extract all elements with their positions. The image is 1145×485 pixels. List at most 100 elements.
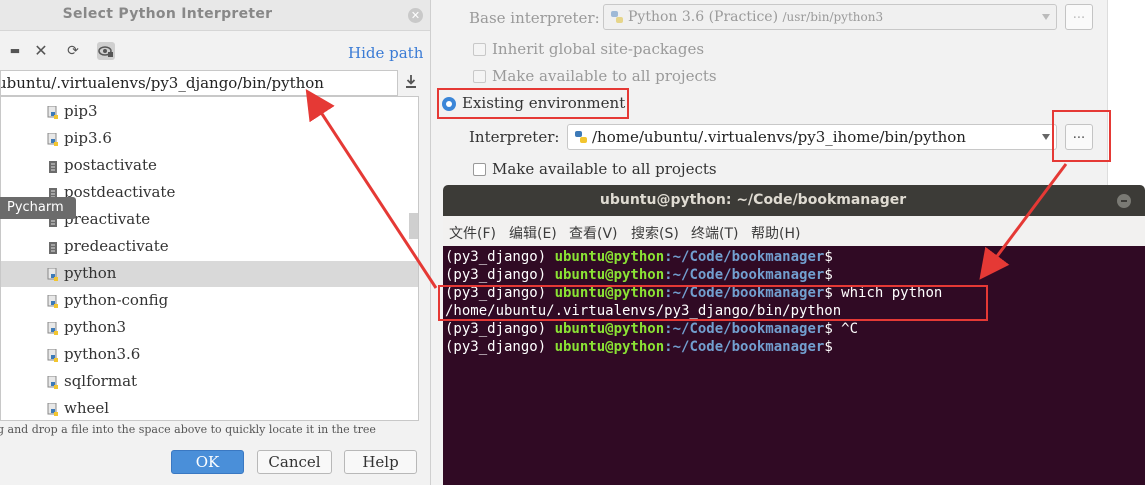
prompt-cmd: $: [824, 249, 833, 265]
download-icon[interactable]: [403, 73, 419, 91]
make-available-checkbox-disabled: [473, 70, 486, 83]
pycharm-tooltip: Pycharm: [0, 197, 76, 219]
make-available-label: Make available to all projects: [492, 160, 717, 178]
terminal-window: ubuntu@python: ~/Code/bookmanager 文件(F) 编…: [443, 185, 1145, 485]
terminal-body[interactable]: (py3_django) ubuntu@python:~/Code/bookma…: [443, 246, 1145, 485]
make-available-label-disabled: Make available to all projects: [492, 67, 717, 85]
terminal-line: (py3_django) ubuntu@python:~/Code/bookma…: [445, 249, 833, 267]
ok-button[interactable]: OK: [171, 450, 244, 474]
terminal-line: /home/ubuntu/.virtualenvs/py3_django/bin…: [445, 303, 841, 321]
terminal-line: (py3_django) ubuntu@python:~/Code/bookma…: [445, 267, 833, 285]
terminal-menu-item[interactable]: 终端(T): [691, 223, 738, 243]
prompt-user: ubuntu@python: [554, 249, 665, 265]
tree-item[interactable]: python3.6: [1, 342, 418, 368]
minimize-icon[interactable]: [1117, 194, 1131, 208]
command-output: /home/ubuntu/.virtualenvs/py3_django/bin…: [445, 303, 842, 319]
inherit-packages-label: Inherit global site-packages: [492, 40, 705, 58]
python-file-icon: [47, 321, 59, 335]
tree-item[interactable]: postactivate: [1, 153, 418, 179]
path-input-value: ubuntu/.virtualenvs/py3_django/bin/pytho…: [0, 74, 324, 92]
python-file-icon: [47, 105, 59, 119]
terminal-line: (py3_django) ubuntu@python:~/Code/bookma…: [445, 285, 942, 303]
prompt-path: :~/Code/bookmanager: [664, 249, 825, 265]
drag-drop-hint: g and drop a file into the space above t…: [0, 423, 376, 436]
new-folder-icon[interactable]: ▬: [6, 42, 24, 60]
prompt-path: :~/Code/bookmanager: [664, 339, 825, 355]
text-file-icon: [47, 159, 59, 173]
prompt-env: (py3_django): [445, 249, 555, 265]
prompt-cmd: $: [824, 339, 833, 355]
terminal-menu-item[interactable]: 编辑(E): [509, 223, 557, 243]
python-logo-icon: [574, 130, 588, 148]
prompt-user: ubuntu@python: [554, 321, 665, 337]
select-interpreter-dialog: Select Python Interpreter ✕ ▬ ✕ ⟳ Hide p…: [0, 0, 431, 485]
cancel-button[interactable]: Cancel: [257, 450, 332, 474]
python-file-icon: [47, 294, 59, 308]
tree-item-label: python: [64, 264, 117, 282]
inherit-packages-checkbox: [473, 43, 486, 56]
tree-item-label: pip3: [64, 102, 98, 120]
python-file-icon: [47, 348, 59, 362]
prompt-env: (py3_django): [445, 267, 555, 283]
hide-path-link[interactable]: Hide path: [348, 44, 423, 62]
tree-item[interactable]: python: [1, 261, 418, 287]
path-input[interactable]: ubuntu/.virtualenvs/py3_django/bin/pytho…: [0, 70, 398, 96]
python-file-icon: [47, 132, 59, 146]
prompt-cmd: $ which python: [824, 285, 943, 301]
chevron-down-icon: [1042, 14, 1050, 20]
tree-item[interactable]: pip3: [1, 99, 418, 125]
terminal-line: (py3_django) ubuntu@python:~/Code/bookma…: [445, 339, 833, 357]
tree-item[interactable]: pip3.6: [1, 126, 418, 152]
terminal-menu-item[interactable]: 文件(F): [449, 223, 496, 243]
prompt-env: (py3_django): [445, 285, 555, 301]
tree-item-label: sqlformat: [64, 372, 138, 390]
dialog-title: Select Python Interpreter: [62, 6, 273, 22]
tree-item-label: python3: [64, 318, 126, 336]
make-available-checkbox[interactable]: [473, 163, 486, 176]
prompt-cmd: $: [824, 267, 833, 283]
base-interpreter-value: Python 3.6 (Practice): [628, 9, 779, 25]
prompt-user: ubuntu@python: [554, 267, 665, 283]
python-logo-icon: [610, 10, 624, 28]
tree-item[interactable]: predeactivate: [1, 234, 418, 260]
base-interpreter-label: Base interpreter:: [469, 9, 600, 27]
file-tree[interactable]: pip3 pip3.6 postactivate postdeactivate prea…: [0, 96, 419, 421]
terminal-menu-item[interactable]: 搜索(S): [631, 223, 679, 243]
terminal-menu-item[interactable]: 查看(V): [569, 223, 618, 243]
help-button[interactable]: Help: [344, 450, 417, 474]
close-icon[interactable]: ✕: [408, 8, 423, 23]
interpreter-value: /home/ubuntu/.virtualenvs/py3_ihome/bin/…: [592, 128, 966, 146]
terminal-titlebar: ubuntu@python: ~/Code/bookmanager: [443, 185, 1145, 216]
interpreter-label: Interpreter:: [469, 128, 560, 146]
delete-icon[interactable]: ✕: [32, 42, 50, 60]
tree-item[interactable]: python3: [1, 315, 418, 341]
dialog-titlebar: Select Python Interpreter ✕: [0, 0, 430, 31]
prompt-env: (py3_django): [445, 321, 555, 337]
python-file-icon: [47, 402, 59, 416]
prompt-user: ubuntu@python: [554, 339, 665, 355]
tree-item-label: predeactivate: [64, 237, 169, 255]
existing-environment-radio[interactable]: [442, 97, 456, 111]
prompt-user: ubuntu@python: [554, 285, 665, 301]
interpreter-combo[interactable]: /home/ubuntu/.virtualenvs/py3_ihome/bin/…: [567, 124, 1057, 150]
interpreter-browse-button[interactable]: ...: [1065, 124, 1093, 150]
prompt-path: :~/Code/bookmanager: [664, 285, 825, 301]
tree-item[interactable]: python-config: [1, 288, 418, 314]
python-file-icon: [47, 375, 59, 389]
tree-item-label: wheel: [64, 399, 110, 417]
existing-environment-label[interactable]: Existing environment: [462, 94, 625, 112]
tree-item-label: python3.6: [64, 345, 141, 363]
tree-item[interactable]: sqlformat: [1, 369, 418, 395]
base-interpreter-combo: Python 3.6 (Practice) /usr/bin/python3: [603, 4, 1057, 30]
terminal-title: ubuntu@python: ~/Code/bookmanager: [599, 192, 907, 208]
refresh-icon[interactable]: ⟳: [64, 42, 82, 60]
prompt-env: (py3_django): [445, 339, 555, 355]
show-hidden-icon[interactable]: [97, 42, 115, 60]
chevron-down-icon: [1042, 134, 1050, 140]
terminal-line: (py3_django) ubuntu@python:~/Code/bookma…: [445, 321, 858, 339]
base-interpreter-browse-button: ...: [1065, 4, 1093, 30]
tree-item[interactable]: wheel: [1, 396, 418, 420]
tree-scrollbar-thumb[interactable]: [409, 213, 418, 239]
terminal-menu-item[interactable]: 帮助(H): [751, 223, 800, 243]
tree-item-label: postdeactivate: [64, 183, 176, 201]
